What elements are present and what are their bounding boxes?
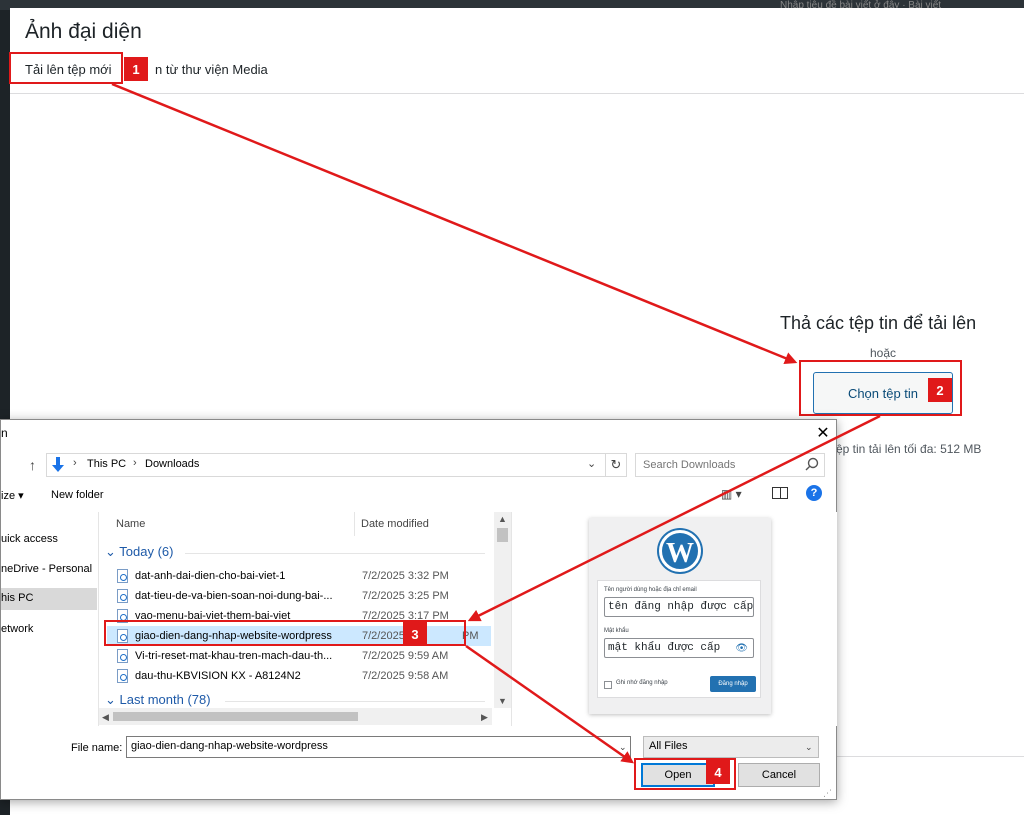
breadcrumb-separator: › <box>73 457 77 469</box>
navigation-pane: uick access neDrive - Personal his PC et… <box>1 512 97 726</box>
remember-checkbox <box>604 681 612 689</box>
annotation-box-1 <box>9 52 123 84</box>
organize-button[interactable]: ize ▾ <box>1 489 24 502</box>
wordpress-logo-icon: W <box>659 530 701 572</box>
modal-title: Ảnh đại diện <box>25 20 142 43</box>
file-row[interactable]: dau-thu-KBVISION KX - A8124N2 7/2/2025 9:… <box>107 666 491 686</box>
file-date: 7/2/2025 3:32 PM <box>362 570 449 582</box>
up-arrow-icon[interactable]: ↑ <box>29 457 36 473</box>
file-name-label: File name: <box>71 742 123 754</box>
chevron-down-icon[interactable]: ⌄ <box>587 457 596 470</box>
chevron-down-icon: ⌄ <box>105 692 116 707</box>
cancel-button[interactable]: Cancel <box>738 763 820 787</box>
refresh-icon[interactable]: ↻ <box>605 453 627 477</box>
file-date: 7/2/2025 9:58 AM <box>362 670 449 682</box>
search-icon <box>805 457 819 471</box>
file-name: Vi-tri-reset-mat-khau-tren-mach-dau-th..… <box>135 650 333 662</box>
chevron-down-icon[interactable]: ⌄ <box>619 742 627 753</box>
scroll-up-icon[interactable]: ▲ <box>498 514 507 524</box>
group-divider <box>225 701 485 702</box>
nav-item-network[interactable]: etwork <box>1 619 97 641</box>
drop-files-title: Thả các tệp tin để tải lên <box>780 313 977 333</box>
remember-label: Ghi nhớ đăng nhập <box>616 680 668 686</box>
nav-item-this-pc[interactable]: his PC <box>1 588 97 610</box>
image-file-icon <box>117 569 128 583</box>
scroll-down-icon[interactable]: ▼ <box>498 696 507 706</box>
help-icon[interactable]: ? <box>806 485 822 501</box>
annotation-badge-1: 1 <box>124 57 148 81</box>
close-icon[interactable]: ✕ <box>813 424 833 444</box>
file-row[interactable]: dat-tieu-de-va-bien-soan-noi-dung-bai-..… <box>107 586 491 606</box>
file-row[interactable]: dat-anh-dai-dien-cho-bai-viet-1 7/2/2025 … <box>107 566 491 586</box>
scroll-right-icon[interactable]: ▶ <box>481 712 488 723</box>
image-file-icon <box>117 649 128 663</box>
annotation-badge-4: 4 <box>706 760 730 784</box>
dialog-toolbar: ize ▾ New folder ▥ ▾ ? <box>1 483 838 509</box>
or-text: hoặc <box>870 346 897 360</box>
tab-media-library[interactable]: n từ thư viện Media <box>155 62 268 77</box>
nav-item-onedrive[interactable]: neDrive - Personal <box>1 559 97 581</box>
eye-icon: 👁 <box>735 644 748 655</box>
resize-grip-icon[interactable]: ⋰ <box>823 788 832 799</box>
download-arrow-icon <box>52 457 64 472</box>
file-date: 7/2/2025 9:59 AM <box>362 650 449 662</box>
group-divider <box>185 553 485 554</box>
image-file-icon <box>117 589 128 603</box>
new-folder-button[interactable]: New folder <box>51 489 104 501</box>
annotation-badge-3: 3 <box>403 622 427 646</box>
preview-pane-icon[interactable] <box>772 487 788 499</box>
file-type-select[interactable]: All Files <box>643 736 819 758</box>
preview-pane: W Tên người dùng hoặc địa chỉ email tên … <box>511 512 837 726</box>
username-field: tên đăng nhập được cấp <box>604 597 754 617</box>
search-input[interactable] <box>635 453 825 477</box>
file-open-dialog: n ✕ ↑ › This PC › Downloads ⌄ ↻ ize ▾ Ne… <box>0 419 837 800</box>
nav-item-quick-access[interactable]: uick access <box>1 529 97 551</box>
view-options-icon[interactable]: ▥ ▾ <box>721 487 742 501</box>
scroll-left-icon[interactable]: ◀ <box>102 712 109 723</box>
address-bar[interactable]: › This PC › Downloads ⌄ <box>46 453 606 477</box>
group-label: Today (6) <box>119 544 174 559</box>
login-page-preview: W Tên người dùng hoặc địa chỉ email tên … <box>589 518 771 714</box>
group-label: Last month (78) <box>119 692 211 707</box>
vertical-scrollbar[interactable]: ▲ ▼ <box>494 512 511 708</box>
chevron-down-icon: ⌄ <box>105 544 116 559</box>
password-field: mật khẩu được cấp 👁 <box>604 638 754 658</box>
group-header-today[interactable]: ⌄ Today (6) <box>105 544 174 560</box>
file-row[interactable]: Vi-tri-reset-mat-khau-tren-mach-dau-th..… <box>107 646 491 666</box>
horizontal-scrollbar[interactable]: ◀ ▶ <box>99 708 492 725</box>
file-list-pane: Name Date modified ⌄ Today (6) dat-anh-d… <box>98 512 511 726</box>
scrollbar-thumb[interactable] <box>497 528 508 542</box>
breadcrumb-downloads[interactable]: Downloads <box>145 458 199 470</box>
file-name: dat-tieu-de-va-bien-soan-noi-dung-bai-..… <box>135 590 333 602</box>
login-button-preview: Đăng nhập <box>710 676 756 692</box>
file-name-input[interactable]: giao-dien-dang-nhap-website-wordpress <box>126 736 631 758</box>
navigation-row: ↑ › This PC › Downloads ⌄ ↻ <box>1 453 838 479</box>
breadcrumb-separator: › <box>133 457 137 469</box>
login-form-preview: Tên người dùng hoặc địa chỉ email tên đă… <box>597 580 761 698</box>
max-upload-size: ệp tin tải lên tối đa: 512 MB <box>836 442 982 456</box>
chevron-down-icon[interactable]: ⌄ <box>805 742 813 753</box>
column-header-name[interactable]: Name <box>116 518 145 530</box>
dialog-title: n <box>1 426 8 440</box>
annotation-badge-2: 2 <box>928 378 952 402</box>
column-divider <box>354 512 355 536</box>
file-date: 7/2/2025 3:25 PM <box>362 590 449 602</box>
column-header-date-modified[interactable]: Date modified <box>361 518 429 530</box>
breadcrumb-this-pc[interactable]: This PC <box>87 458 126 470</box>
file-name: dat-anh-dai-dien-cho-bai-viet-1 <box>135 570 286 582</box>
image-file-icon <box>117 669 128 683</box>
password-label: Mật khẩu <box>604 628 629 634</box>
modal-tabs: Tải lên tệp mới n từ thư viện Media <box>10 56 1024 94</box>
username-label: Tên người dùng hoặc địa chỉ email <box>604 587 697 593</box>
group-header-last-month[interactable]: ⌄ Last month (78) <box>105 692 211 708</box>
password-value: mật khẩu được cấp <box>608 642 721 654</box>
scrollbar-thumb[interactable] <box>113 712 358 721</box>
file-name: dau-thu-KBVISION KX - A8124N2 <box>135 670 301 682</box>
